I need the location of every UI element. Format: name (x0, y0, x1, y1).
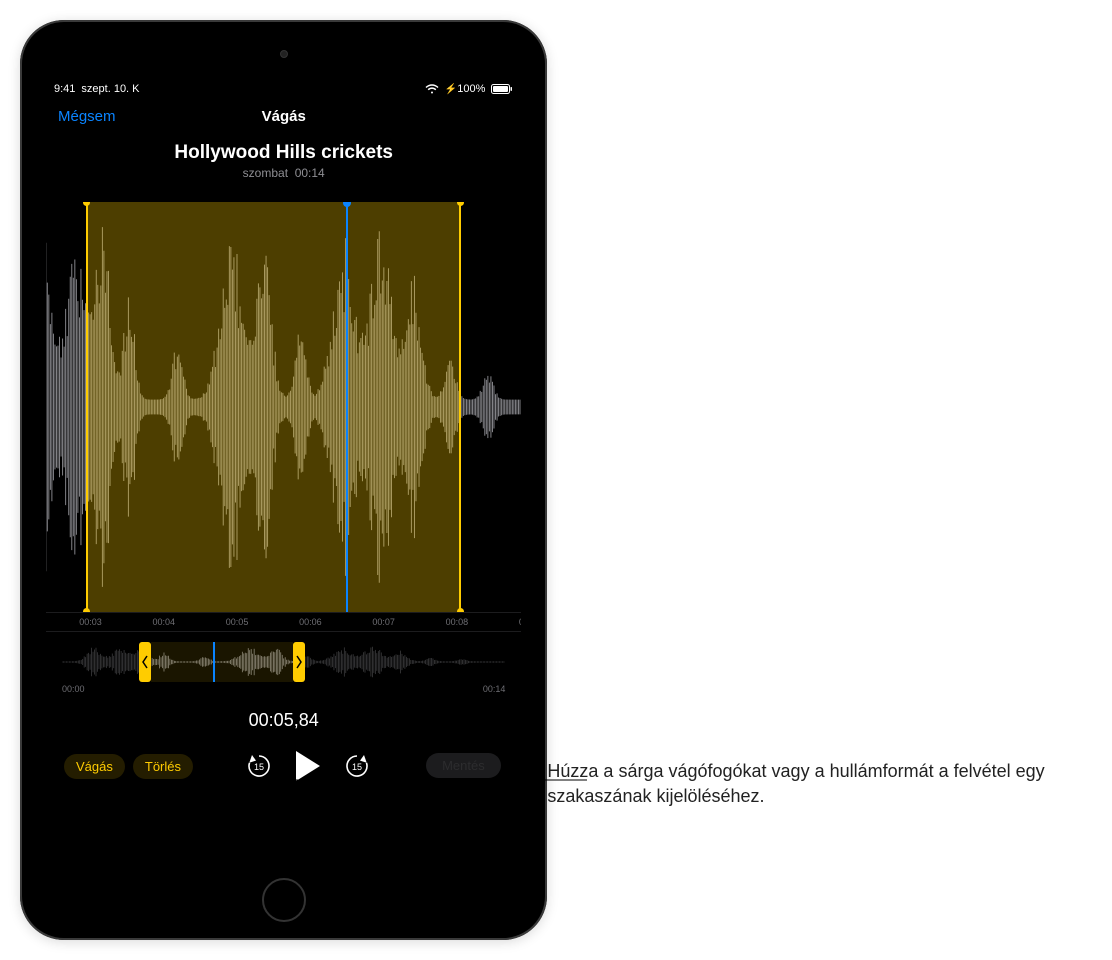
overview-playhead[interactable] (213, 642, 215, 682)
overview-handle-end[interactable] (293, 642, 305, 682)
annotation-callout (177, 760, 547, 820)
screen-title: Vágás (262, 108, 306, 125)
app-screen: 9:41 szept. 10. K ⚡100% Mégse (46, 80, 521, 870)
overview-timeline[interactable] (62, 642, 505, 682)
playback-position: 00:05,84 (46, 710, 521, 731)
time-ruler: 00:02 00:03 00:04 00:05 00:06 00:07 00:0… (46, 612, 521, 632)
overview-times: 00:00 00:14 (62, 684, 505, 694)
cancel-button[interactable]: Mégsem (58, 108, 116, 125)
overview-start-time: 00:00 (62, 684, 85, 694)
annotation-text: Húzza a sárga vágófogókat vagy a hullámf… (547, 759, 1092, 809)
status-bar: 9:41 szept. 10. K ⚡100% (46, 80, 521, 98)
ruler-tick: 00:06 (299, 617, 322, 627)
ruler-tick: 00:03 (79, 617, 102, 627)
wifi-icon (425, 84, 439, 94)
overview-shade-right (293, 642, 506, 682)
battery-icon (491, 84, 513, 94)
recording-header: Hollywood Hills crickets szombat 00:14 (46, 142, 521, 180)
overview-handle-start[interactable] (139, 642, 151, 682)
overview-selection[interactable] (151, 642, 293, 682)
nav-bar: Mégsem Vágás (46, 98, 521, 134)
waveform-editor[interactable] (46, 202, 521, 612)
trim-button[interactable]: Vágás (64, 754, 125, 779)
overview-end-time: 00:14 (483, 684, 506, 694)
status-date: szept. 10. K (81, 83, 139, 95)
ruler-tick: 00:05 (226, 617, 249, 627)
overview-shade-left (62, 642, 151, 682)
callout-leader-line (177, 760, 597, 820)
playhead[interactable] (346, 202, 348, 612)
front-camera (280, 50, 288, 58)
ruler-tick: 00:04 (153, 617, 176, 627)
recording-subtitle: szombat 00:14 (46, 166, 521, 180)
trim-handle-start-top[interactable] (83, 202, 90, 206)
battery-percent: ⚡100% (445, 83, 486, 95)
home-button[interactable] (262, 878, 306, 922)
ruler-tick: 00:09 (519, 617, 522, 627)
status-time: 9:41 (54, 83, 75, 95)
recording-title: Hollywood Hills crickets (46, 142, 521, 164)
ruler-tick: 00:08 (446, 617, 469, 627)
ruler-tick: 00:07 (372, 617, 395, 627)
